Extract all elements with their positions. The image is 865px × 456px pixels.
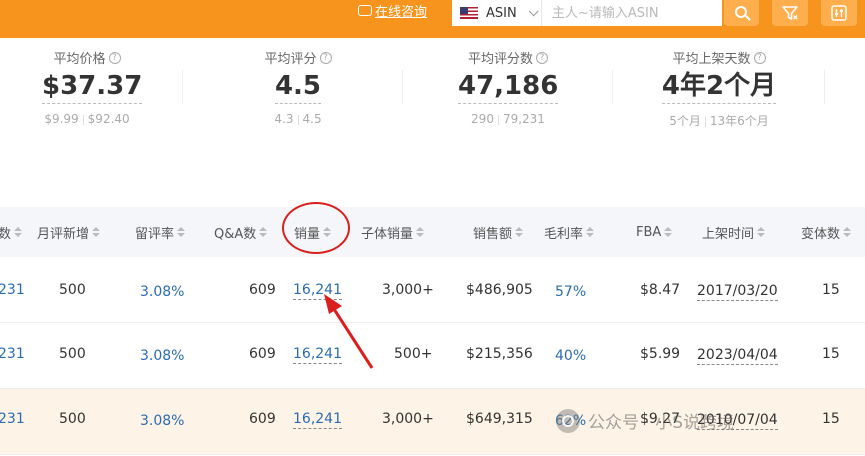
cell-variants: 15 (822, 411, 840, 427)
help-icon[interactable]: ? (108, 51, 121, 64)
annotation-arrow-icon (324, 294, 374, 369)
stat-min: 4.3 (274, 112, 294, 126)
stat-min: $9.99 (44, 112, 79, 126)
col-rating-count[interactable]: 数 (0, 207, 23, 257)
stat-avg-rating: 平均评分? 4.5 4.3 4.5 (253, 48, 343, 126)
col-revenue[interactable]: 销售额 (473, 207, 524, 257)
cell-qa: 609 (249, 346, 276, 362)
col-child-sales[interactable]: 子体销量 (361, 207, 425, 257)
watermark-text: 公众号 · 小S说跨境 (588, 413, 735, 433)
help-icon[interactable]: ? (536, 51, 548, 64)
cell-fba: $5.99 (640, 346, 681, 362)
cell-variants: 15 (822, 282, 840, 298)
help-icon[interactable]: ? (319, 51, 332, 64)
stat-value[interactable]: $37.37 (42, 71, 143, 104)
stat-avg-price: 平均价格? $37.37 $9.99 $92.40 (42, 48, 143, 126)
cell-qa: 609 (249, 411, 276, 427)
cell-child-sales: 3,000+ (382, 411, 434, 427)
sort-icon (757, 227, 766, 237)
cell-review-rate[interactable]: 3.08% (140, 284, 184, 300)
cell-review-rate[interactable]: 3.08% (140, 413, 184, 429)
cell-sales[interactable]: 16,241 (293, 411, 342, 429)
sort-icon (259, 227, 268, 237)
sort-icon (177, 227, 186, 237)
col-variants[interactable]: 变体数 (801, 207, 852, 257)
marketplace-select[interactable]: ASIN (452, 0, 542, 26)
cell-listing-date: 2023/04/04 (697, 347, 778, 365)
chevron-down-icon (528, 5, 539, 16)
cell-rating-count[interactable]: 231 (0, 346, 25, 362)
search-type-label: ASIN (486, 5, 517, 21)
cell-rating-count[interactable]: 231 (0, 282, 25, 298)
cell-listing-date: 2017/03/20 (697, 283, 778, 301)
stat-min: 5个月 (669, 114, 701, 128)
search-button[interactable] (724, 0, 759, 26)
sort-icon (416, 227, 425, 237)
sort-icon (14, 227, 23, 237)
stat-max: $92.40 (87, 112, 130, 126)
cell-child-sales: 3,000+ (382, 282, 434, 298)
cell-monthly-new: 500 (59, 282, 86, 298)
cell-revenue: $486,905 (466, 282, 533, 298)
stat-label: 平均上架天数 (672, 52, 751, 67)
search-bar: ASIN (452, 0, 722, 26)
col-fba[interactable]: FBA (636, 207, 673, 257)
cell-monthly-new: 500 (59, 411, 86, 427)
online-consult-label: 在线咨询 (375, 4, 428, 20)
cell-qa: 609 (249, 282, 276, 298)
stat-value[interactable]: 4年2个月 (661, 71, 777, 104)
col-review-rate[interactable]: 留评率 (135, 207, 186, 257)
highlight-circle (282, 202, 350, 254)
cell-monthly-new: 500 (59, 346, 86, 362)
cell-margin[interactable]: 57% (555, 284, 586, 300)
stat-max: 79,231 (502, 112, 545, 126)
col-margin[interactable]: 毛利率 (544, 207, 595, 257)
stat-max: 4.5 (302, 112, 322, 126)
divider (824, 70, 825, 104)
help-icon[interactable]: ? (753, 51, 766, 64)
cell-revenue: $649,315 (466, 411, 533, 427)
filter-icon (782, 6, 798, 20)
search-icon (734, 6, 747, 18)
watermark: 公众号 · 小S说跨境 (556, 408, 734, 433)
filter-button[interactable] (772, 0, 808, 26)
online-consult-link[interactable]: 在线咨询 (358, 0, 427, 20)
cell-child-sales: 500+ (394, 346, 433, 362)
divider (402, 70, 403, 104)
sort-icon (92, 227, 101, 237)
stat-label: 平均评分数 (467, 52, 533, 67)
col-listing-date[interactable]: 上架时间 (702, 207, 766, 257)
wechat-icon (556, 408, 580, 433)
divider (182, 70, 183, 104)
search-input[interactable] (542, 0, 722, 26)
cell-review-rate[interactable]: 3.08% (140, 348, 184, 364)
stat-min: 290 (471, 112, 494, 126)
sliders-icon (831, 5, 847, 21)
cell-margin[interactable]: 40% (555, 348, 586, 364)
stat-value[interactable]: 4.5 (274, 71, 322, 104)
us-flag-icon (460, 7, 478, 19)
cell-revenue: $215,356 (466, 346, 533, 362)
col-qa-count[interactable]: Q&A数 (214, 207, 268, 257)
stat-max: 13年6个月 (709, 114, 769, 128)
cell-fba: $8.47 (640, 282, 681, 298)
cell-rating-count[interactable]: 231 (0, 411, 25, 427)
column-settings-button[interactable] (821, 0, 857, 26)
chat-icon (358, 4, 372, 16)
divider (612, 70, 613, 104)
stat-label: 平均价格 (53, 52, 106, 67)
sort-icon (843, 227, 852, 237)
stat-avg-listing-days: 平均上架天数? 4年2个月 5个月 13年6个月 (657, 48, 781, 129)
stat-value[interactable]: 47,186 (458, 71, 559, 104)
sort-icon (586, 227, 595, 237)
sort-icon (515, 227, 524, 237)
sort-icon (664, 227, 673, 237)
cell-variants: 15 (822, 346, 840, 362)
stat-label: 平均评分 (264, 52, 317, 67)
col-monthly-new-reviews[interactable]: 月评新增 (37, 207, 101, 257)
stat-avg-rating-count: 平均评分数? 47,186 290 79,231 (458, 48, 559, 126)
